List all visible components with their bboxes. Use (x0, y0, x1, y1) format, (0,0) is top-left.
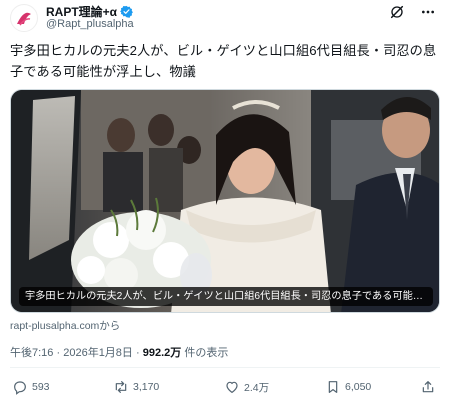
reply-count: 593 (32, 381, 50, 393)
tweet-time[interactable]: 午後7:16 (10, 347, 53, 359)
divider (10, 367, 440, 368)
wedding-photo (11, 90, 439, 312)
tweet-meta: 午後7:16 · 2026年1月8日 · 992.2万 件の表示 (10, 344, 228, 360)
more-icon[interactable] (419, 4, 437, 20)
reply-icon (14, 381, 26, 395)
like-button[interactable]: 2.4万 (224, 379, 269, 395)
views-count: 992.2万 (142, 347, 182, 359)
bookmark-count: 6,050 (345, 381, 372, 393)
action-bar: 593 3,170 2.4万 6,050 (0, 379, 450, 399)
bookmark-icon (328, 381, 338, 393)
media-caption: 宇多田ヒカルの元夫2人が、ビル・ゲイツと山口組6代目組長・司忍の息子である可能性… (19, 287, 433, 306)
avatar[interactable] (10, 4, 38, 32)
repost-icon (115, 381, 127, 393)
heart-icon (226, 381, 238, 393)
author-handle[interactable]: @Rapt_plusalpha (46, 18, 134, 30)
meta-separator: · (56, 347, 61, 359)
tweet-date[interactable]: 2026年1月8日 (63, 347, 133, 359)
rapt-logo-icon (17, 12, 31, 26)
like-count: 2.4万 (244, 381, 270, 394)
grok-icon[interactable] (389, 4, 405, 20)
repost-button[interactable]: 3,170 (113, 379, 159, 395)
meta-separator-2: · (136, 347, 140, 359)
share-icon (422, 381, 434, 393)
tweet-card: RAPT理論+α @Rapt_plusalpha 宇多田ヒカルの元夫2人が、ビル… (0, 0, 450, 407)
tweet-text: 宇多田ヒカルの元夫2人が、ビル・ゲイツと山口組6代目組長・司忍の息子である可能性… (10, 43, 437, 79)
reply-button[interactable]: 593 (12, 379, 50, 395)
share-button[interactable] (420, 379, 436, 395)
repost-count: 3,170 (133, 381, 160, 393)
tweet-media[interactable]: 宇多田ヒカルの元夫2人が、ビル・ゲイツと山口組6代目組長・司忍の息子である可能性… (10, 89, 440, 313)
views-label: 件の表示 (184, 347, 229, 359)
bookmark-button[interactable]: 6,050 (325, 379, 371, 395)
link-source[interactable]: rapt-plusalpha.comから (10, 318, 120, 333)
verified-badge-icon (120, 5, 133, 18)
